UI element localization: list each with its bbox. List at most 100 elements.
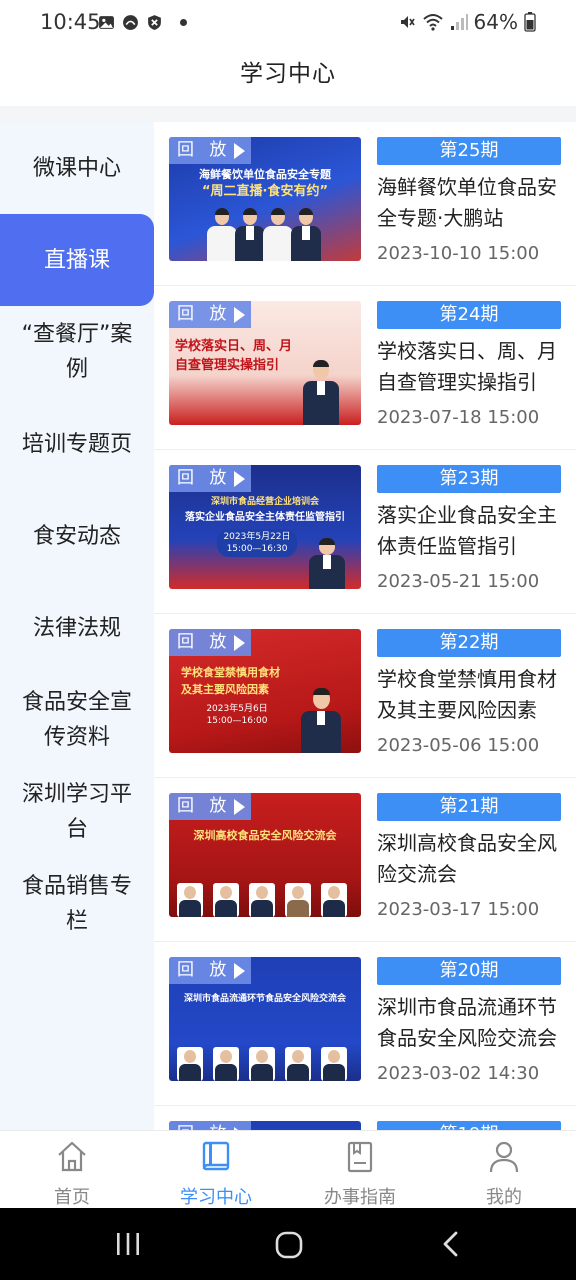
speaker-portrait [249,1047,275,1081]
replay-label: 回 放 [177,304,232,324]
course-title: 学校食堂禁慎用食材及其主要风险因素 [377,667,557,722]
shield-icon [148,15,161,30]
issue-badge: 第19期 [377,1121,561,1130]
presenter-figure [263,208,293,261]
thumbnail-headline: 学校落实日、周、月 [175,339,293,354]
presenter-figure [303,360,339,425]
speaker-portrait [177,883,203,917]
nav-profile[interactable]: 我的 [432,1131,576,1209]
sidebar-item-label: 食安动态 [32,523,121,549]
course-date: 2023-03-17 15:00 [377,899,540,920]
video-thumbnail[interactable]: 回 放 [169,1121,361,1130]
play-icon [234,307,245,323]
thumbnail-subtitle: 落实企业食品安全主体责任监管指引 [185,512,345,523]
replay-label: 回 放 [177,468,232,488]
thumbnail-date: 2023年5月6日 15:00—16:00 [206,704,268,726]
signal-icon [450,14,468,30]
thumbnail-subtitle: 及其主要风险因素 [181,683,269,696]
issue-badge: 第25期 [377,137,561,165]
video-thumbnail[interactable]: 学校食堂禁慎用食材 及其主要风险因素 2023年5月6日 15:00—16:00… [169,629,361,753]
thumbnail-subtitle: 深圳高校食品安全风险交流会 [193,829,337,842]
list-item[interactable]: 学校落实日、周、月 自查管理实操指引 回 放 第24期 学校落实日、周、月自查管… [154,286,576,450]
presenter-figure [235,208,265,261]
list-item[interactable]: 深圳市食品经营企业培训会 落实企业食品安全主体责任监管指引 2023年5月22日… [154,450,576,614]
speaker-portrait [249,883,275,917]
dot-icon [180,19,187,26]
thumbnail-subtitle: “周二直播·食安有约” [201,184,329,199]
video-thumbnail[interactable]: 深圳市食品经营企业培训会 落实企业食品安全主体责任监管指引 2023年5月22日… [169,465,361,589]
course-date: 2023-03-02 14:30 [377,1063,540,1084]
status-bar: 10:45 64% [0,0,576,48]
sidebar-item-label: 微课中心 [32,155,121,181]
sidebar-item-micro-course[interactable]: 微课中心 [0,122,154,214]
book-icon [202,1141,230,1171]
nav-label: 办事指南 [324,1187,396,1208]
video-thumbnail[interactable]: 海鲜餐饮单位食品安全专题 “周二直播·食安有约” 回 放 [169,137,361,261]
video-thumbnail[interactable]: 深圳高校食品安全风险交流会 回 放 [169,793,361,917]
home-button-icon[interactable] [274,1230,304,1260]
sidebar: 微课中心 直播课 “查餐厅”案例 培训专题页 食安动态 法律法规 食品安全宣传资… [0,122,154,1130]
list-item[interactable]: 深圳高校食品安全风险交流会 回 放 第21期 深圳高校食品安全风险交流会 202… [154,778,576,942]
sidebar-item-shenzhen-platform[interactable]: 深圳学习平台 [0,766,154,858]
speaker-portrait [213,883,239,917]
sidebar-item-label: “查餐厅”案例 [21,322,133,382]
thumbnail-subtitle: 自查管理实操指引 [175,358,280,373]
sidebar-item-restaurant-cases[interactable]: “查餐厅”案例 [0,306,154,398]
speaker-portrait [321,1047,347,1081]
nav-label: 首页 [54,1187,90,1208]
sidebar-item-live-course[interactable]: 直播课 [0,214,154,306]
speaker-portrait [213,1047,239,1081]
presenter-figure [309,538,345,589]
video-thumbnail[interactable]: 学校落实日、周、月 自查管理实操指引 回 放 [169,301,361,425]
back-icon[interactable] [438,1230,464,1258]
replay-label: 回 放 [177,140,232,160]
list-item[interactable]: 深圳市食品流通环节食品安全风险交流会 回 放 第20期 深圳市食品流通环节食品安… [154,942,576,1106]
list-item[interactable]: 海鲜餐饮单位食品安全专题 “周二直播·食安有约” 回 放 第25期 海鲜餐饮单位… [154,122,576,286]
sidebar-item-food-sales[interactable]: 食品销售专栏 [0,858,154,950]
cloud-icon [123,15,138,30]
sidebar-item-label: 食品安全宣传资料 [21,690,132,750]
list-item[interactable]: 学校食堂禁慎用食材 及其主要风险因素 2023年5月6日 15:00—16:00… [154,614,576,778]
issue-badge: 第22期 [377,629,561,657]
play-icon [234,799,245,815]
play-icon [234,471,245,487]
play-icon [234,963,245,979]
header-divider [0,106,576,122]
replay-tag: 回 放 [169,1121,251,1130]
recent-apps-icon[interactable] [114,1230,142,1258]
presenter-figure [207,208,237,261]
wifi-icon [422,14,443,31]
course-date: 2023-05-06 15:00 [377,735,540,756]
speaker-portrait [285,883,311,917]
replay-tag: 回 放 [169,301,251,328]
replay-tag: 回 放 [169,629,251,656]
issue-badge: 第21期 [377,793,561,821]
video-thumbnail[interactable]: 深圳市食品流通环节食品安全风险交流会 回 放 [169,957,361,1081]
nav-service-guide[interactable]: 办事指南 [288,1131,432,1209]
presenter-figure [291,208,321,261]
sidebar-item-publicity-materials[interactable]: 食品安全宣传资料 [0,674,154,766]
sidebar-item-laws[interactable]: 法律法规 [0,582,154,674]
replay-tag: 回 放 [169,793,251,820]
speaker-portrait [321,883,347,917]
speaker-portrait [177,1047,203,1081]
live-course-list: 海鲜餐饮单位食品安全专题 “周二直播·食安有约” 回 放 第25期 海鲜餐饮单位… [154,122,576,1130]
battery-icon [524,12,536,32]
list-item[interactable]: 回 放 第19期 [154,1106,576,1130]
thumbnail-headline: 海鲜餐饮单位食品安全专题 [199,168,331,181]
sidebar-item-label: 法律法规 [32,615,121,641]
thumbnail-headline: 学校食堂禁慎用食材 [181,666,280,679]
user-icon [489,1141,519,1173]
sidebar-item-label: 直播课 [43,247,110,273]
replay-label: 回 放 [177,632,232,652]
sidebar-item-training-topics[interactable]: 培训专题页 [0,398,154,490]
nav-learning-center[interactable]: 学习中心 [144,1131,288,1209]
sidebar-item-food-safety-news[interactable]: 食安动态 [0,490,154,582]
status-system-icons: 64% [398,10,536,34]
course-date: 2023-10-10 15:00 [377,243,540,264]
course-date: 2023-07-18 15:00 [377,407,540,428]
thumbnail-subtitle: 深圳市食品流通环节食品安全风险交流会 [183,994,346,1004]
nav-home[interactable]: 首页 [0,1131,144,1209]
nav-label: 学习中心 [180,1187,252,1208]
course-title: 落实企业食品安全主体责任监管指引 [377,503,557,558]
